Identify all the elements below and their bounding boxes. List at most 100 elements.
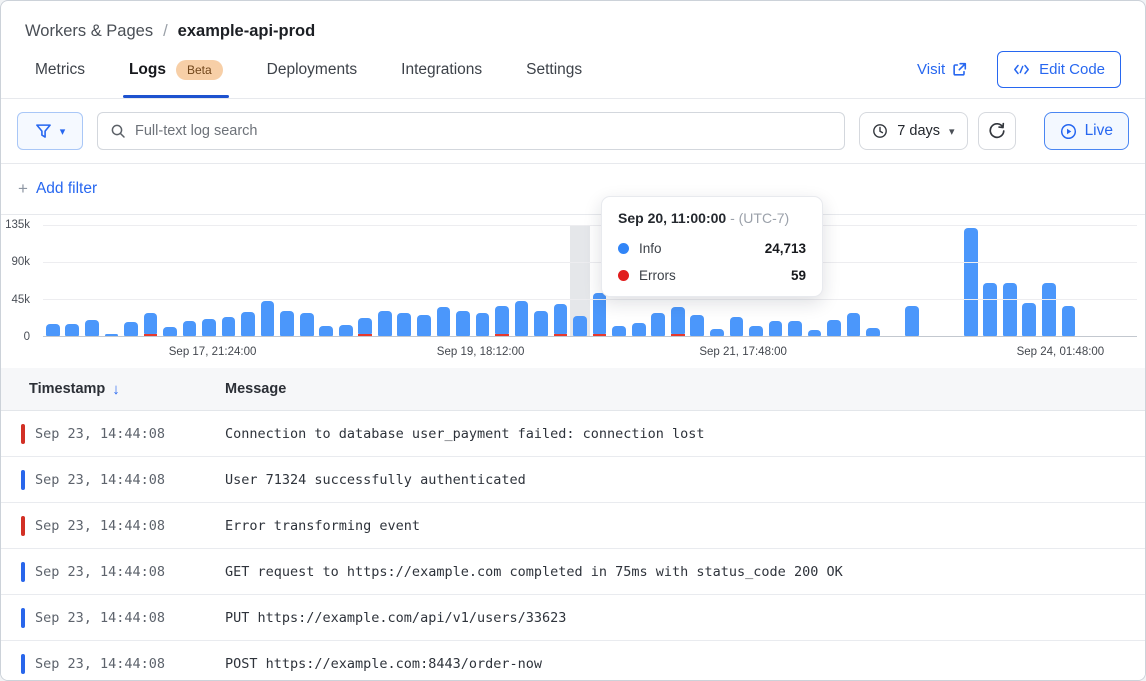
log-timestamp-cell: Sep 23, 14:44:08 xyxy=(1,424,205,444)
chart-bar[interactable] xyxy=(1039,225,1059,336)
chart-bar[interactable] xyxy=(824,225,844,336)
tab-deployments[interactable]: Deployments xyxy=(267,41,357,98)
chart-bar[interactable] xyxy=(316,225,336,336)
tab-settings[interactable]: Settings xyxy=(526,41,582,98)
chart-bar-hovered[interactable] xyxy=(570,225,590,336)
log-row[interactable]: Sep 23, 14:44:08GET request to https://e… xyxy=(1,549,1145,595)
chart-bar[interactable] xyxy=(63,225,83,336)
tab-logs[interactable]: Logs Beta xyxy=(129,41,223,98)
bar-stack xyxy=(1022,225,1036,336)
y-tick-label: 45k xyxy=(11,294,30,306)
chart-bar[interactable] xyxy=(531,225,551,336)
chart-bar[interactable] xyxy=(395,225,415,336)
time-range-dropdown[interactable]: 7 days ▾ xyxy=(859,112,967,150)
x-tick-label: Sep 17, 21:24:00 xyxy=(169,346,257,358)
bar-stack xyxy=(964,225,978,336)
bar-info-segment xyxy=(144,313,158,334)
play-circle-icon xyxy=(1060,123,1077,140)
bar-stack xyxy=(1120,225,1134,336)
chart-bar[interactable] xyxy=(336,225,356,336)
bar-info-segment xyxy=(280,311,294,336)
chart-bar[interactable] xyxy=(981,225,1001,336)
chart-bar[interactable] xyxy=(199,225,219,336)
chart-bar[interactable] xyxy=(1000,225,1020,336)
visit-link[interactable]: Visit xyxy=(917,61,967,78)
chart-bar[interactable] xyxy=(277,225,297,336)
log-toolbar: ▾ 7 days ▾ Live xyxy=(1,99,1145,164)
chart-bar[interactable] xyxy=(82,225,102,336)
errors-dot-icon xyxy=(618,270,629,281)
chart-bar[interactable] xyxy=(180,225,200,336)
chart-bar[interactable] xyxy=(102,225,122,336)
chart-bar[interactable] xyxy=(922,225,942,336)
chart-bar[interactable] xyxy=(434,225,454,336)
tab-metrics[interactable]: Metrics xyxy=(35,41,85,98)
log-row[interactable]: Sep 23, 14:44:08POST https://example.com… xyxy=(1,641,1145,681)
chart-bar[interactable] xyxy=(492,225,512,336)
bar-stack xyxy=(983,225,997,336)
search-input[interactable] xyxy=(135,123,832,139)
chart-bar[interactable] xyxy=(473,225,493,336)
bar-stack xyxy=(1081,225,1095,336)
bar-info-segment xyxy=(417,315,431,336)
page-title: example-api-prod xyxy=(178,22,316,41)
refresh-button[interactable] xyxy=(978,112,1016,150)
bar-stack xyxy=(1003,225,1017,336)
chart-x-axis: Sep 17, 21:24:00Sep 19, 18:12:00Sep 21, … xyxy=(43,346,1137,361)
chart-bar[interactable] xyxy=(141,225,161,336)
bar-stack xyxy=(886,225,900,336)
chart-bar[interactable] xyxy=(1117,225,1137,336)
chart-bar[interactable] xyxy=(414,225,434,336)
chart-bar[interactable] xyxy=(297,225,317,336)
bar-info-segment xyxy=(378,311,392,336)
chart-bar[interactable] xyxy=(961,225,981,336)
gridline xyxy=(43,299,1137,300)
sort-desc-icon[interactable]: ↓ xyxy=(112,381,120,398)
log-message: POST https://example.com:8443/order-now xyxy=(205,656,1145,672)
chart-bar[interactable] xyxy=(1020,225,1040,336)
bar-info-segment xyxy=(1062,306,1076,336)
chart-bar[interactable] xyxy=(43,225,63,336)
bar-stack xyxy=(456,225,470,336)
log-row[interactable]: Sep 23, 14:44:08Error transforming event xyxy=(1,503,1145,549)
chart-bar[interactable] xyxy=(883,225,903,336)
bar-stack xyxy=(1062,225,1076,336)
add-filter-button[interactable]: Add filter xyxy=(36,180,97,198)
bar-info-segment xyxy=(46,324,60,336)
bar-info-segment xyxy=(847,313,861,336)
chart-bar[interactable] xyxy=(512,225,532,336)
live-button[interactable]: Live xyxy=(1044,112,1129,150)
bar-info-segment xyxy=(124,322,138,336)
chart-bar[interactable] xyxy=(551,225,571,336)
chart-bar[interactable] xyxy=(375,225,395,336)
chart-bar[interactable] xyxy=(902,225,922,336)
chart-bar[interactable] xyxy=(238,225,258,336)
edit-code-button[interactable]: Edit Code xyxy=(997,51,1121,88)
log-row[interactable]: Sep 23, 14:44:08PUT https://example.com/… xyxy=(1,595,1145,641)
gridline xyxy=(43,262,1137,263)
beta-badge: Beta xyxy=(176,60,223,80)
chart-bar[interactable] xyxy=(258,225,278,336)
bar-info-segment xyxy=(319,326,333,336)
chart-bar[interactable] xyxy=(1098,225,1118,336)
log-row[interactable]: Sep 23, 14:44:08User 71324 successfully … xyxy=(1,457,1145,503)
chart-bar[interactable] xyxy=(863,225,883,336)
filter-dropdown-button[interactable]: ▾ xyxy=(17,112,83,150)
breadcrumb-section[interactable]: Workers & Pages xyxy=(25,22,153,41)
tooltip-rows: Info24,713Errors59 xyxy=(618,241,806,283)
chart-bar[interactable] xyxy=(121,225,141,336)
chart-bar[interactable] xyxy=(1078,225,1098,336)
chart-bar[interactable] xyxy=(844,225,864,336)
chart-bar[interactable] xyxy=(941,225,961,336)
bar-stack xyxy=(319,225,333,336)
chart-bar[interactable] xyxy=(219,225,239,336)
log-row[interactable]: Sep 23, 14:44:08Connection to database u… xyxy=(1,411,1145,457)
tooltip-series-value: 59 xyxy=(791,268,806,283)
chart-bar[interactable] xyxy=(1059,225,1079,336)
chart-bar[interactable] xyxy=(453,225,473,336)
chart-bar[interactable] xyxy=(160,225,180,336)
bar-info-segment xyxy=(476,313,490,336)
tab-integrations[interactable]: Integrations xyxy=(401,41,482,98)
chart-bar[interactable] xyxy=(356,225,376,336)
bar-stack xyxy=(144,225,158,336)
